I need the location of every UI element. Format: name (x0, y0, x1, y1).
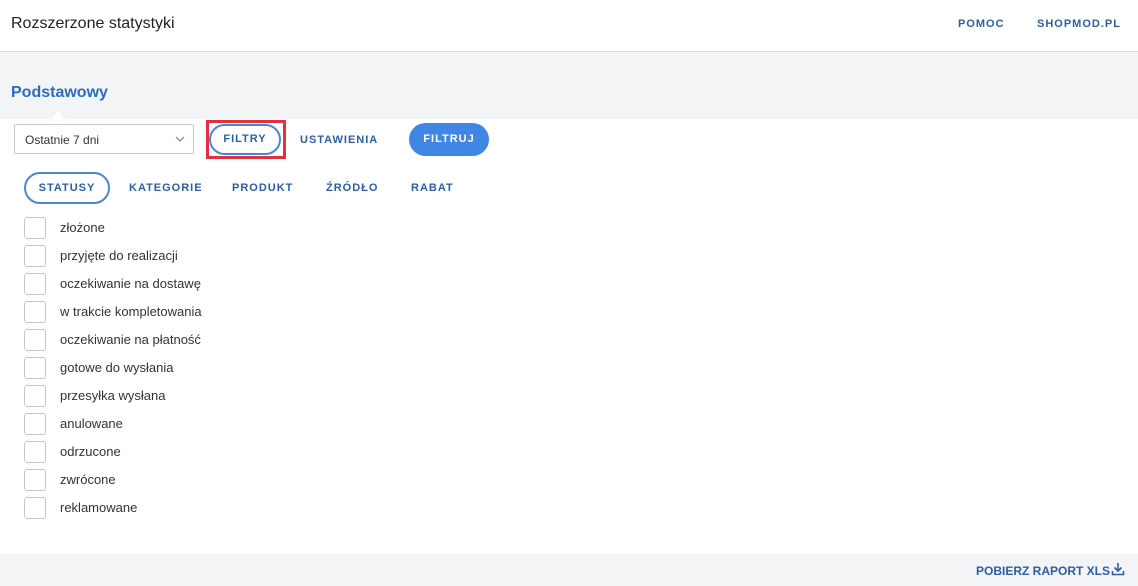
tab-rabat[interactable]: RABAT (411, 182, 454, 194)
status-option[interactable]: gotowe do wysłania (24, 356, 284, 384)
status-label[interactable]: oczekiwanie na dostawę (60, 276, 201, 291)
status-option[interactable]: w trakcie kompletowania (24, 300, 284, 328)
status-label[interactable]: odrzucone (60, 444, 121, 459)
status-label[interactable]: oczekiwanie na płatność (60, 332, 201, 347)
status-checkbox[interactable] (24, 385, 46, 407)
status-label[interactable]: zwrócone (60, 472, 116, 487)
status-option[interactable]: odrzucone (24, 440, 284, 468)
status-checkbox[interactable] (24, 273, 46, 295)
status-label[interactable]: anulowane (60, 416, 123, 431)
status-option[interactable]: anulowane (24, 412, 284, 440)
status-option[interactable]: złożone (24, 216, 284, 244)
status-checkbox[interactable] (24, 497, 46, 519)
status-label[interactable]: złożone (60, 220, 105, 235)
app-title: Rozszerzone statystyki (11, 15, 175, 32)
filters-button[interactable]: FILTRY (209, 124, 281, 155)
status-checkbox[interactable] (24, 413, 46, 435)
status-label[interactable]: w trakcie kompletowania (60, 304, 202, 319)
status-label[interactable]: przyjęte do realizacji (60, 248, 178, 263)
period-select[interactable]: Ostatnie 7 dni (14, 124, 194, 154)
status-checkbox-list: złożone przyjęte do realizacji oczekiwan… (24, 216, 284, 524)
help-link[interactable]: POMOC (958, 18, 1005, 30)
status-checkbox[interactable] (24, 329, 46, 351)
status-option[interactable]: reklamowane (24, 496, 284, 524)
status-option[interactable]: przyjęte do realizacji (24, 244, 284, 272)
shop-link[interactable]: SHOPMOD.PL (1037, 18, 1121, 30)
section-tab-basic[interactable]: Podstawowy (11, 84, 108, 102)
status-checkbox[interactable] (24, 469, 46, 491)
status-checkbox[interactable] (24, 357, 46, 379)
section-header-band (0, 53, 1138, 119)
status-label[interactable]: reklamowane (60, 500, 137, 515)
status-option[interactable]: przesyłka wysłana (24, 384, 284, 412)
period-select-value: Ostatnie 7 dni (25, 133, 100, 147)
status-option[interactable]: oczekiwanie na dostawę (24, 272, 284, 300)
status-label[interactable]: gotowe do wysłania (60, 360, 173, 375)
status-checkbox[interactable] (24, 301, 46, 323)
download-report-link[interactable]: POBIERZ RAPORT XLS (976, 564, 1110, 578)
settings-button[interactable]: USTAWIENIA (300, 134, 378, 146)
status-option[interactable]: zwrócone (24, 468, 284, 496)
footer-bar (0, 554, 1138, 586)
tab-kategorie[interactable]: KATEGORIE (129, 182, 203, 194)
status-checkbox[interactable] (24, 217, 46, 239)
apply-filter-button[interactable]: FILTRUJ (409, 123, 489, 156)
tab-produkt[interactable]: PRODUKT (232, 182, 293, 194)
tab-statusy[interactable]: STATUSY (24, 172, 110, 204)
chevron-down-icon (175, 136, 185, 142)
status-checkbox[interactable] (24, 441, 46, 463)
top-bar: Rozszerzone statystyki POMOC SHOPMOD.PL (0, 0, 1138, 52)
status-option[interactable]: oczekiwanie na płatność (24, 328, 284, 356)
tab-zrodlo[interactable]: ŹRÓDŁO (326, 182, 378, 194)
download-icon[interactable] (1111, 562, 1125, 576)
active-tab-caret (51, 111, 65, 119)
status-label[interactable]: przesyłka wysłana (60, 388, 166, 403)
status-checkbox[interactable] (24, 245, 46, 267)
